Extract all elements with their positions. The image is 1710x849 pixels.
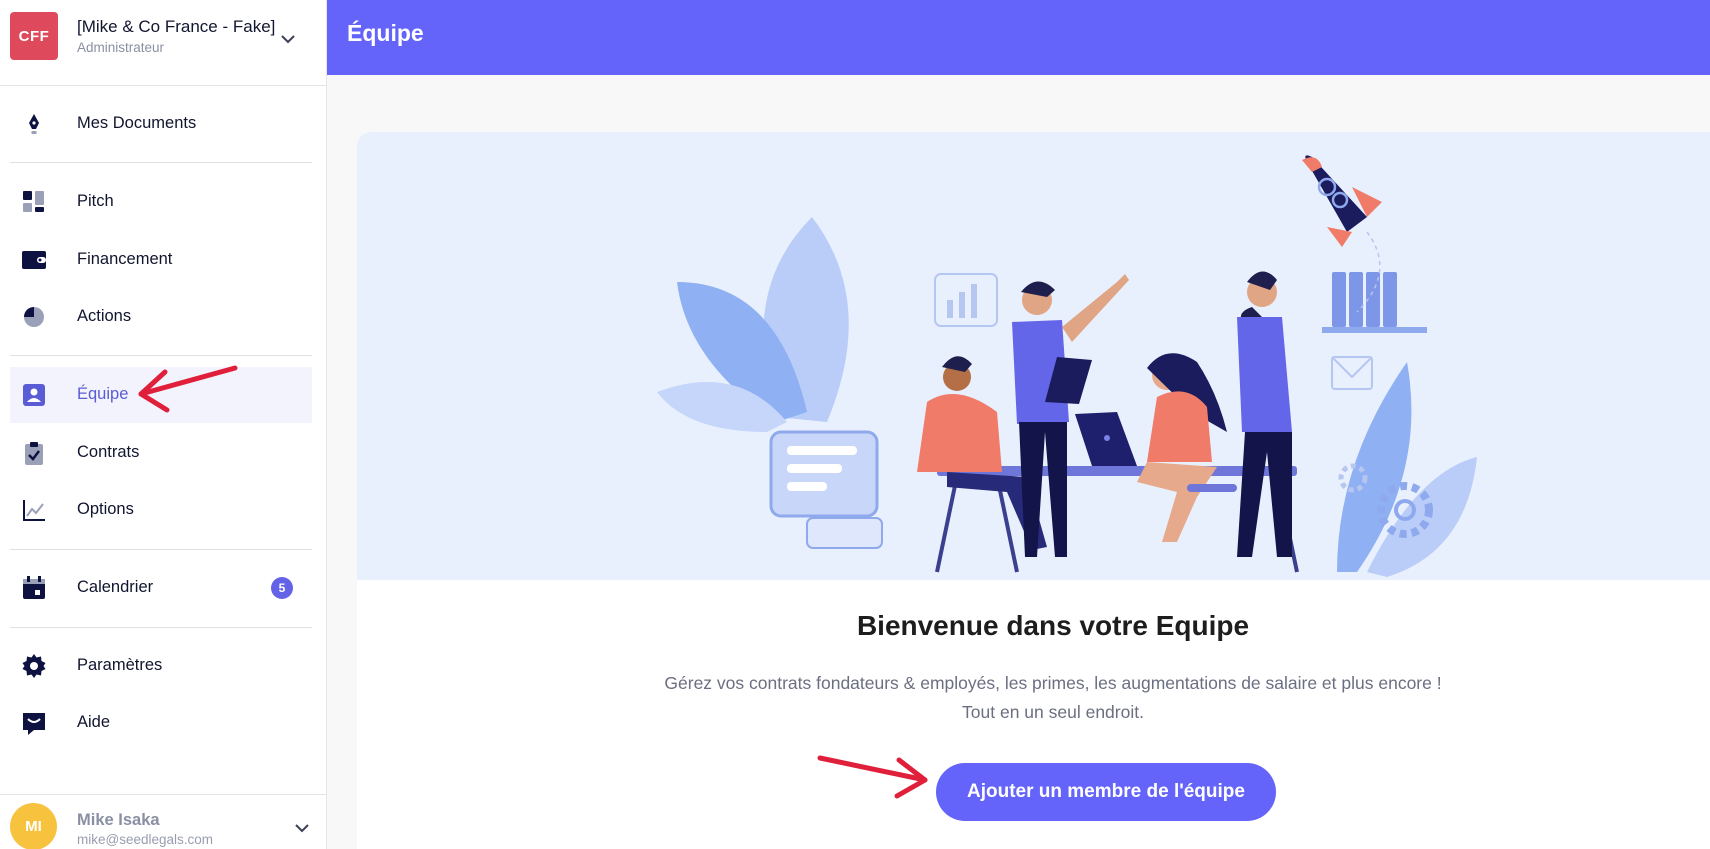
team-illustration-graphic [657, 155, 1477, 577]
add-team-member-button[interactable]: Ajouter un membre de l'équipe [936, 763, 1276, 821]
chevron-down-icon[interactable] [279, 30, 297, 48]
welcome-title: Bienvenue dans votre Equipe [856, 610, 1250, 641]
sidebar-item-parametres[interactable]: Paramètres [10, 638, 312, 694]
sidebar: CFF [Mike & Co France - Fake] Administra… [0, 0, 327, 849]
sidebar-item-financement[interactable]: Financement [10, 232, 312, 288]
company-role: Administrateur [77, 40, 165, 55]
annotation-arrow-icon [817, 755, 928, 799]
line-chart-icon [23, 500, 45, 521]
user-menu[interactable]: MI Mike Isaka mike@seedlegals.com [0, 794, 327, 849]
sidebar-item-label: Mes Documents [77, 114, 197, 132]
sidebar-item-label: Paramètres [77, 656, 163, 674]
welcome-line-2: Tout en un seul endroit. [962, 702, 1144, 722]
sidebar-item-label: Options [77, 500, 134, 518]
company-logo: CFF [10, 12, 58, 60]
empty-state-card: Bienvenue dans votre Equipe Gérez vos co… [357, 132, 1710, 849]
sidebar-item-label: Pitch [77, 192, 114, 210]
welcome-line-1: Gérez vos contrats fondateurs & employés… [664, 673, 1442, 693]
team-illustration [357, 132, 1710, 580]
sidebar-item-label: Calendrier [77, 578, 154, 596]
gear-icon [22, 654, 46, 678]
sidebar-item-label: Actions [77, 307, 132, 325]
page-title: Équipe [347, 20, 424, 46]
user-name: Mike Isaka [77, 811, 160, 829]
sidebar-item-label: Aide [77, 713, 111, 731]
sidebar-divider [10, 549, 312, 550]
company-name: [Mike & Co France - Fake] [77, 17, 276, 36]
contact-card-icon [23, 384, 45, 406]
sidebar-item-options[interactable]: Options [10, 482, 312, 538]
clipboard-check-icon [25, 442, 43, 465]
sidebar-divider [10, 162, 312, 163]
chat-icon [23, 713, 45, 735]
chevron-down-icon[interactable] [293, 819, 311, 837]
sidebar-item-pitch[interactable]: Pitch [10, 174, 312, 230]
welcome-description: Gérez vos contrats fondateurs & employés… [357, 669, 1710, 727]
wallet-icon [22, 251, 46, 269]
sidebar-item-label: Équipe [77, 385, 129, 403]
annotation-arrow-icon [138, 365, 238, 413]
pie-chart-icon [24, 307, 44, 327]
sidebar-divider [10, 355, 312, 356]
calendar-count-badge: 5 [271, 577, 293, 599]
pen-nib-icon [29, 114, 39, 134]
page-header: Équipe [327, 0, 1710, 75]
avatar: MI [10, 803, 57, 849]
sidebar-item-label: Contrats [77, 443, 140, 461]
company-switcher[interactable]: CFF [Mike & Co France - Fake] Administra… [0, 0, 327, 86]
sidebar-item-label: Financement [77, 250, 173, 268]
sidebar-item-aide[interactable]: Aide [10, 695, 312, 751]
sidebar-item-calendrier[interactable]: Calendrier 5 [10, 560, 312, 616]
user-email: mike@seedlegals.com [77, 832, 214, 847]
sidebar-divider [10, 627, 312, 628]
calendar-icon [23, 576, 45, 599]
pitch-icon [23, 191, 44, 212]
sidebar-item-actions[interactable]: Actions [10, 289, 312, 345]
sidebar-item-contrats[interactable]: Contrats [10, 425, 312, 481]
sidebar-item-documents[interactable]: Mes Documents [10, 96, 312, 152]
